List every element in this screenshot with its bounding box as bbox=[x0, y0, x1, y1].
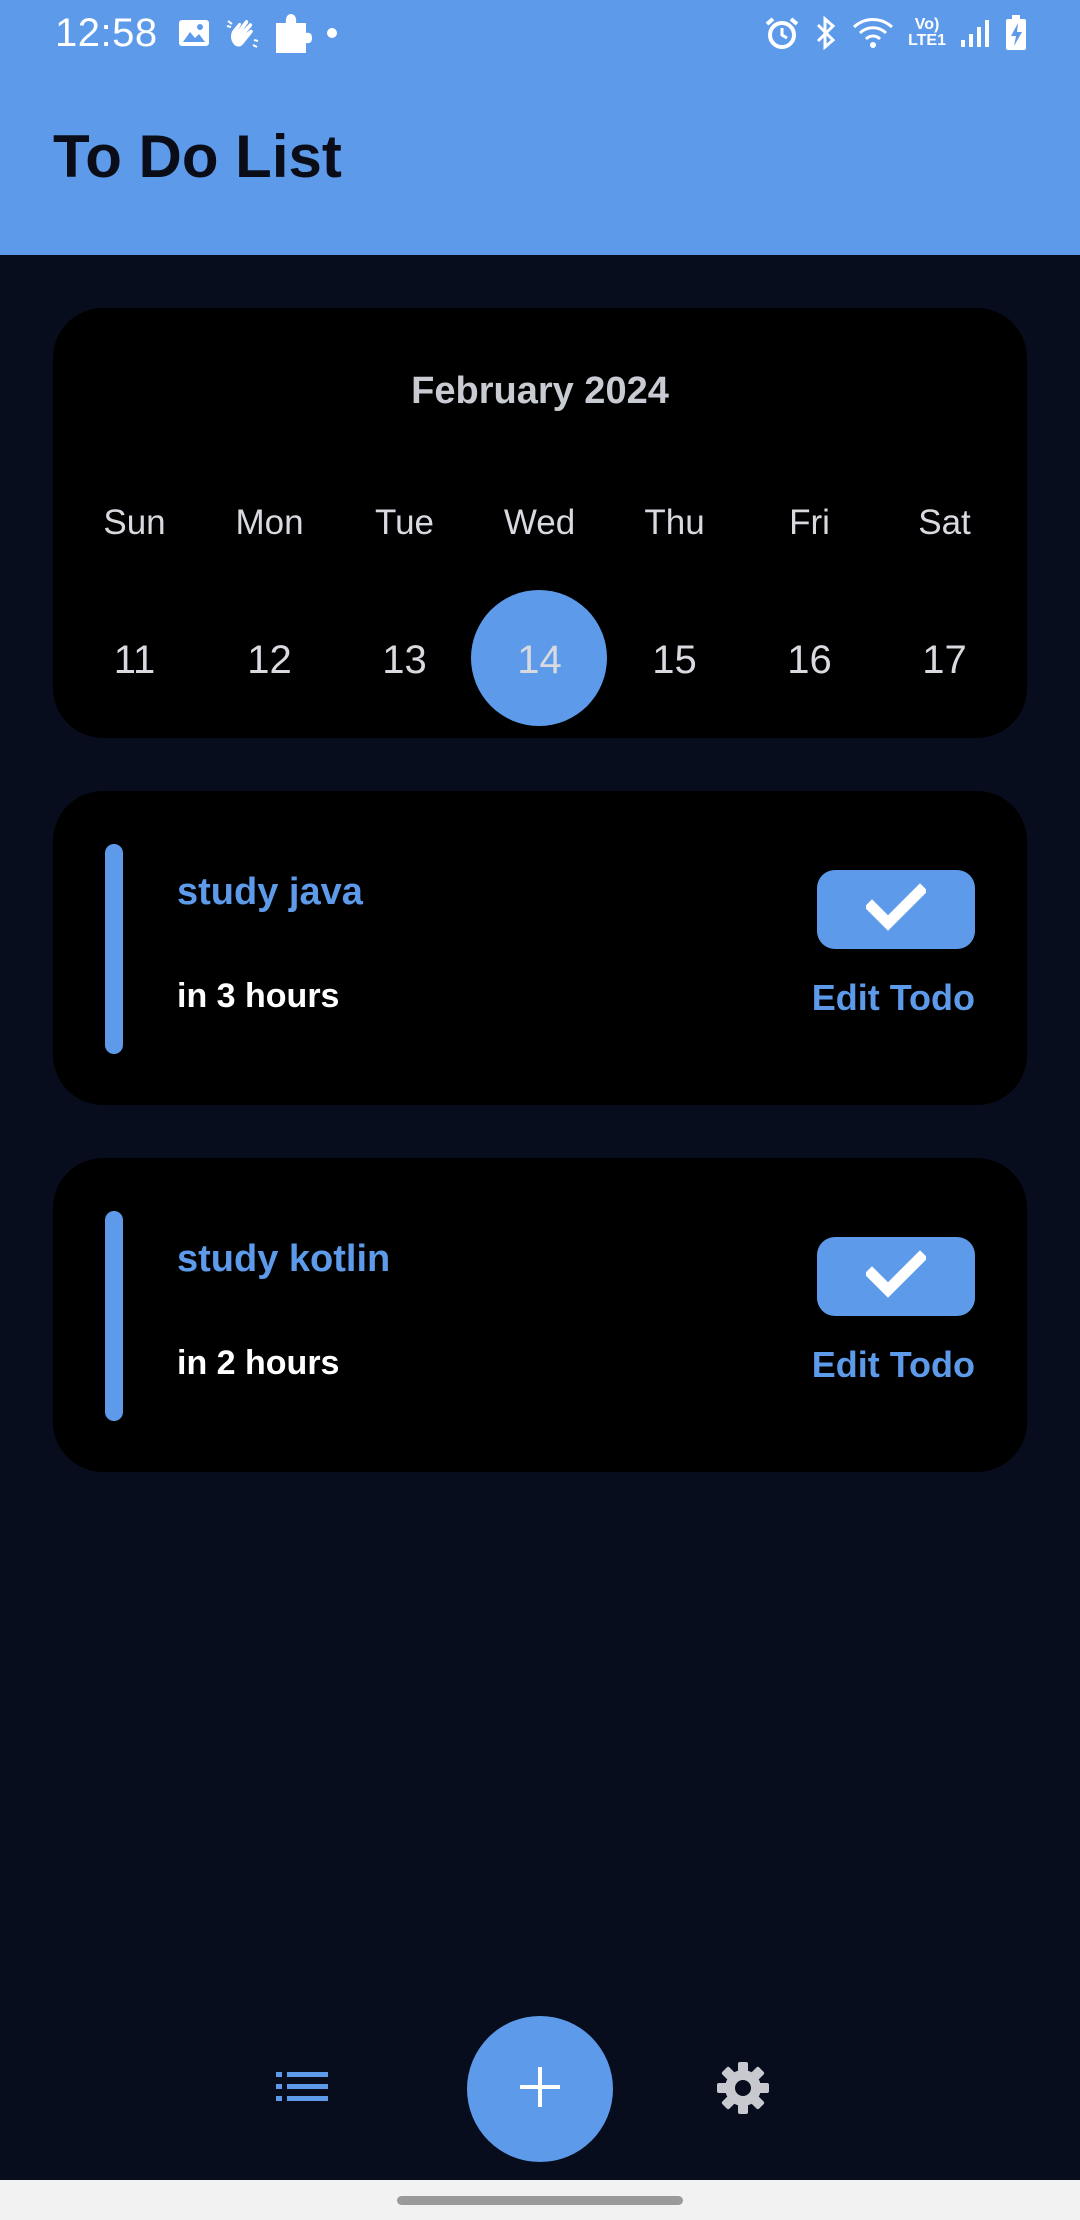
page-title: To Do List bbox=[53, 123, 342, 190]
todo-title: study kotlin bbox=[177, 1238, 391, 1280]
volte-label: Vo) bbox=[914, 16, 940, 33]
status-system-icons: Vo) LTE1 bbox=[764, 15, 1028, 51]
calendar-day-11[interactable]: 11 bbox=[67, 638, 202, 683]
status-notification-icons bbox=[178, 13, 338, 53]
bluetooth-icon bbox=[814, 16, 838, 50]
home-gesture-handle[interactable] bbox=[397, 2196, 683, 2205]
checkmark-icon bbox=[864, 1250, 928, 1303]
nav-list-button[interactable] bbox=[272, 2067, 332, 2111]
calendar-day-12[interactable]: 12 bbox=[202, 638, 337, 683]
weekday-label-mon: Mon bbox=[235, 503, 304, 542]
calendar-day-14-selected[interactable]: 14 bbox=[472, 638, 607, 683]
nav-settings-button[interactable] bbox=[714, 2061, 772, 2119]
calendar-day-13[interactable]: 13 bbox=[337, 638, 472, 683]
todo-card[interactable]: study kotlin in 2 hours Edit Todo bbox=[53, 1158, 1027, 1472]
status-bar: 12:58 Vo) LTE1 bbox=[0, 0, 1080, 66]
mark-done-button[interactable] bbox=[817, 870, 975, 949]
gear-icon bbox=[715, 2060, 771, 2121]
mark-done-button[interactable] bbox=[817, 1237, 975, 1316]
status-time: 12:58 bbox=[55, 10, 158, 55]
todo-accent-bar bbox=[105, 1211, 123, 1421]
todo-due-time: in 3 hours bbox=[177, 977, 340, 1015]
calendar-month-title: February 2024 bbox=[411, 370, 669, 412]
edit-todo-button[interactable]: Edit Todo bbox=[812, 977, 975, 1019]
app-bar: 12:58 Vo) LTE1 To Do List bbox=[0, 0, 1080, 255]
todo-due-time: in 2 hours bbox=[177, 1344, 340, 1382]
weekday-label-sat: Sat bbox=[918, 503, 971, 542]
plus-icon bbox=[518, 2065, 562, 2114]
checkmark-icon bbox=[864, 883, 928, 936]
dot-icon bbox=[326, 27, 338, 39]
battery-charging-icon bbox=[1004, 15, 1028, 51]
signal-icon bbox=[960, 18, 990, 48]
todo-card[interactable]: study java in 3 hours Edit Todo bbox=[53, 791, 1027, 1105]
list-icon bbox=[276, 2071, 328, 2107]
weekday-label-sun: Sun bbox=[103, 503, 166, 542]
weekday-label-tue: Tue bbox=[374, 503, 434, 542]
calendar-day-17[interactable]: 17 bbox=[877, 638, 1012, 683]
wifi-icon bbox=[852, 16, 894, 50]
lte-label: LTE1 bbox=[908, 32, 946, 49]
add-todo-button[interactable] bbox=[467, 2016, 613, 2162]
puzzle-icon bbox=[274, 13, 312, 53]
weekday-label-wed: Wed bbox=[503, 503, 576, 542]
weekday-label-fri: Fri bbox=[789, 503, 830, 542]
hand-wave-icon bbox=[224, 16, 260, 50]
edit-todo-button[interactable]: Edit Todo bbox=[812, 1344, 975, 1386]
todo-accent-bar bbox=[105, 844, 123, 1054]
todo-title: study java bbox=[177, 871, 363, 913]
calendar-day-16[interactable]: 16 bbox=[742, 638, 877, 683]
image-icon bbox=[178, 19, 210, 47]
alarm-icon bbox=[764, 16, 800, 50]
weekday-label-thu: Thu bbox=[644, 503, 705, 542]
calendar-day-15[interactable]: 15 bbox=[607, 638, 742, 683]
volte-lte-icon: Vo) LTE1 bbox=[908, 17, 946, 49]
